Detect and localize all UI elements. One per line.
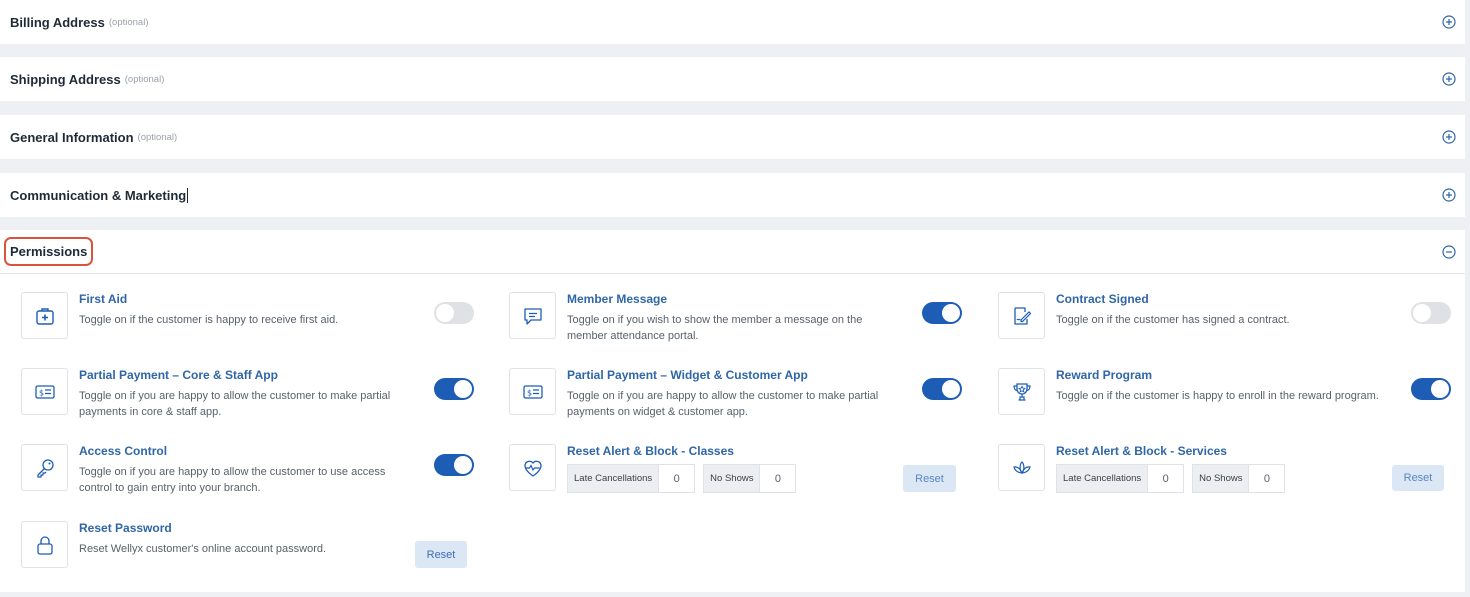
permission-partial-payment-widget: $ Partial Payment – Widget & Customer Ap… bbox=[509, 368, 964, 418]
collapse-icon[interactable] bbox=[1442, 244, 1456, 259]
permission-title: Reset Password bbox=[79, 521, 172, 535]
member-message-toggle[interactable] bbox=[922, 302, 962, 324]
section-title: Billing Address bbox=[10, 14, 105, 30]
reset-services-button[interactable]: Reset bbox=[1392, 465, 1444, 491]
late-cancellations-field[interactable]: 0 bbox=[1148, 464, 1185, 493]
permission-reset-alert-services: Reset Alert & Block - Services Late Canc… bbox=[998, 444, 1453, 494]
section-title: General Information bbox=[10, 129, 134, 145]
section-billing-address[interactable]: Billing Address (optional) bbox=[0, 0, 1465, 44]
section-general-information[interactable]: General Information (optional) bbox=[0, 115, 1465, 159]
contract-signed-toggle[interactable] bbox=[1411, 302, 1451, 324]
permission-title: Partial Payment – Core & Staff App bbox=[79, 368, 278, 382]
expand-icon[interactable] bbox=[1442, 188, 1456, 202]
section-communication-marketing[interactable]: Communication & Marketing bbox=[0, 173, 1465, 217]
no-shows-field[interactable]: 0 bbox=[760, 464, 797, 493]
permission-title: Contract Signed bbox=[1056, 292, 1149, 306]
lock-icon bbox=[21, 521, 68, 568]
permission-access-control: Access Control Toggle on if you are happ… bbox=[21, 444, 476, 494]
permission-title: Access Control bbox=[79, 444, 168, 458]
toggle-knob bbox=[942, 304, 960, 322]
late-cancellations-field[interactable]: 0 bbox=[659, 464, 696, 493]
section-header[interactable]: Permissions bbox=[0, 230, 1465, 274]
permission-title: Member Message bbox=[567, 292, 668, 306]
counter-group: Late Cancellations 0 No Shows 0 bbox=[567, 464, 797, 493]
permission-description: Toggle on if you are happy to allow the … bbox=[567, 390, 879, 418]
toggle-knob bbox=[454, 456, 472, 474]
permission-contract-signed: Contract Signed Toggle on if the custome… bbox=[998, 292, 1453, 342]
no-shows-field[interactable]: 0 bbox=[1249, 464, 1286, 493]
counter-group: Late Cancellations 0 No Shows 0 bbox=[1056, 464, 1286, 493]
permission-partial-payment-core: $ Partial Payment – Core & Staff App Tog… bbox=[21, 368, 476, 418]
section-title: Permissions bbox=[4, 237, 94, 266]
late-cancellations-label: Late Cancellations bbox=[567, 464, 660, 493]
permission-description: Toggle on if you wish to show the member… bbox=[567, 314, 863, 342]
signed-contract-icon bbox=[998, 292, 1045, 339]
permission-member-message: Member Message Toggle on if you wish to … bbox=[509, 292, 964, 342]
access-control-toggle[interactable] bbox=[434, 454, 474, 476]
permission-reset-alert-classes: Reset Alert & Block - Classes Late Cance… bbox=[509, 444, 964, 494]
reward-program-toggle[interactable] bbox=[1411, 378, 1451, 400]
heartbeat-icon bbox=[509, 444, 556, 491]
permission-title: First Aid bbox=[79, 292, 128, 306]
permission-title: Reset Alert & Block - Classes bbox=[567, 444, 734, 458]
toggle-knob bbox=[1413, 304, 1431, 322]
permission-description: Reset Wellyx customer's online account p… bbox=[79, 543, 327, 555]
section-header[interactable]: Shipping Address (optional) bbox=[0, 57, 1465, 101]
permission-title: Reset Alert & Block - Services bbox=[1056, 444, 1227, 458]
cash-icon: $ bbox=[509, 368, 556, 415]
permission-reward-program: Reward Program Toggle on if the customer… bbox=[998, 368, 1453, 418]
message-icon bbox=[509, 292, 556, 339]
expand-icon[interactable] bbox=[1442, 130, 1456, 144]
no-shows-label: No Shows bbox=[703, 464, 761, 493]
permission-description: Toggle on if you are happy to allow the … bbox=[79, 466, 386, 494]
text-cursor bbox=[187, 187, 189, 203]
svg-text:$: $ bbox=[527, 388, 532, 397]
late-cancellations-label: Late Cancellations bbox=[1056, 464, 1149, 493]
permission-title: Partial Payment – Widget & Customer App bbox=[567, 368, 808, 382]
section-title: Communication & Marketing bbox=[10, 187, 187, 203]
optional-label: (optional) bbox=[124, 73, 165, 85]
toggle-knob bbox=[1431, 380, 1449, 398]
section-permissions: Permissions First Aid Toggle on if the c… bbox=[0, 230, 1465, 592]
cash-icon: $ bbox=[21, 368, 68, 415]
expand-icon[interactable] bbox=[1442, 15, 1456, 29]
section-header[interactable]: Billing Address (optional) bbox=[0, 0, 1465, 44]
expand-icon[interactable] bbox=[1442, 72, 1456, 86]
reset-password-button[interactable]: Reset bbox=[415, 541, 467, 568]
section-header[interactable]: Communication & Marketing bbox=[0, 173, 1465, 217]
svg-text:$: $ bbox=[39, 388, 44, 397]
toggle-knob bbox=[454, 380, 472, 398]
section-header[interactable]: General Information (optional) bbox=[0, 115, 1465, 159]
permission-description: Toggle on if the customer is happy to en… bbox=[1056, 390, 1379, 402]
permission-description: Toggle on if the customer has signed a c… bbox=[1056, 314, 1290, 326]
trophy-icon bbox=[998, 368, 1045, 415]
optional-label: (optional) bbox=[137, 131, 178, 143]
toggle-knob bbox=[942, 380, 960, 398]
partial-payment-core-toggle[interactable] bbox=[434, 378, 474, 400]
first-aid-kit-icon bbox=[21, 292, 68, 339]
section-shipping-address[interactable]: Shipping Address (optional) bbox=[0, 57, 1465, 101]
permission-title: Reward Program bbox=[1056, 368, 1153, 382]
optional-label: (optional) bbox=[108, 16, 149, 28]
permission-description: Toggle on if the customer is happy to re… bbox=[79, 314, 339, 326]
permission-description: Toggle on if you are happy to allow the … bbox=[79, 390, 391, 418]
first-aid-toggle[interactable] bbox=[434, 302, 474, 324]
key-icon bbox=[21, 444, 68, 491]
no-shows-label: No Shows bbox=[1192, 464, 1250, 493]
section-title: Shipping Address bbox=[10, 71, 121, 87]
lotus-icon bbox=[998, 444, 1045, 491]
permission-reset-password: Reset Password Reset Wellyx customer's o… bbox=[21, 521, 476, 571]
permission-first-aid: First Aid Toggle on if the customer is h… bbox=[21, 292, 476, 342]
toggle-knob bbox=[436, 304, 454, 322]
partial-payment-widget-toggle[interactable] bbox=[922, 378, 962, 400]
reset-classes-button[interactable]: Reset bbox=[903, 465, 956, 492]
